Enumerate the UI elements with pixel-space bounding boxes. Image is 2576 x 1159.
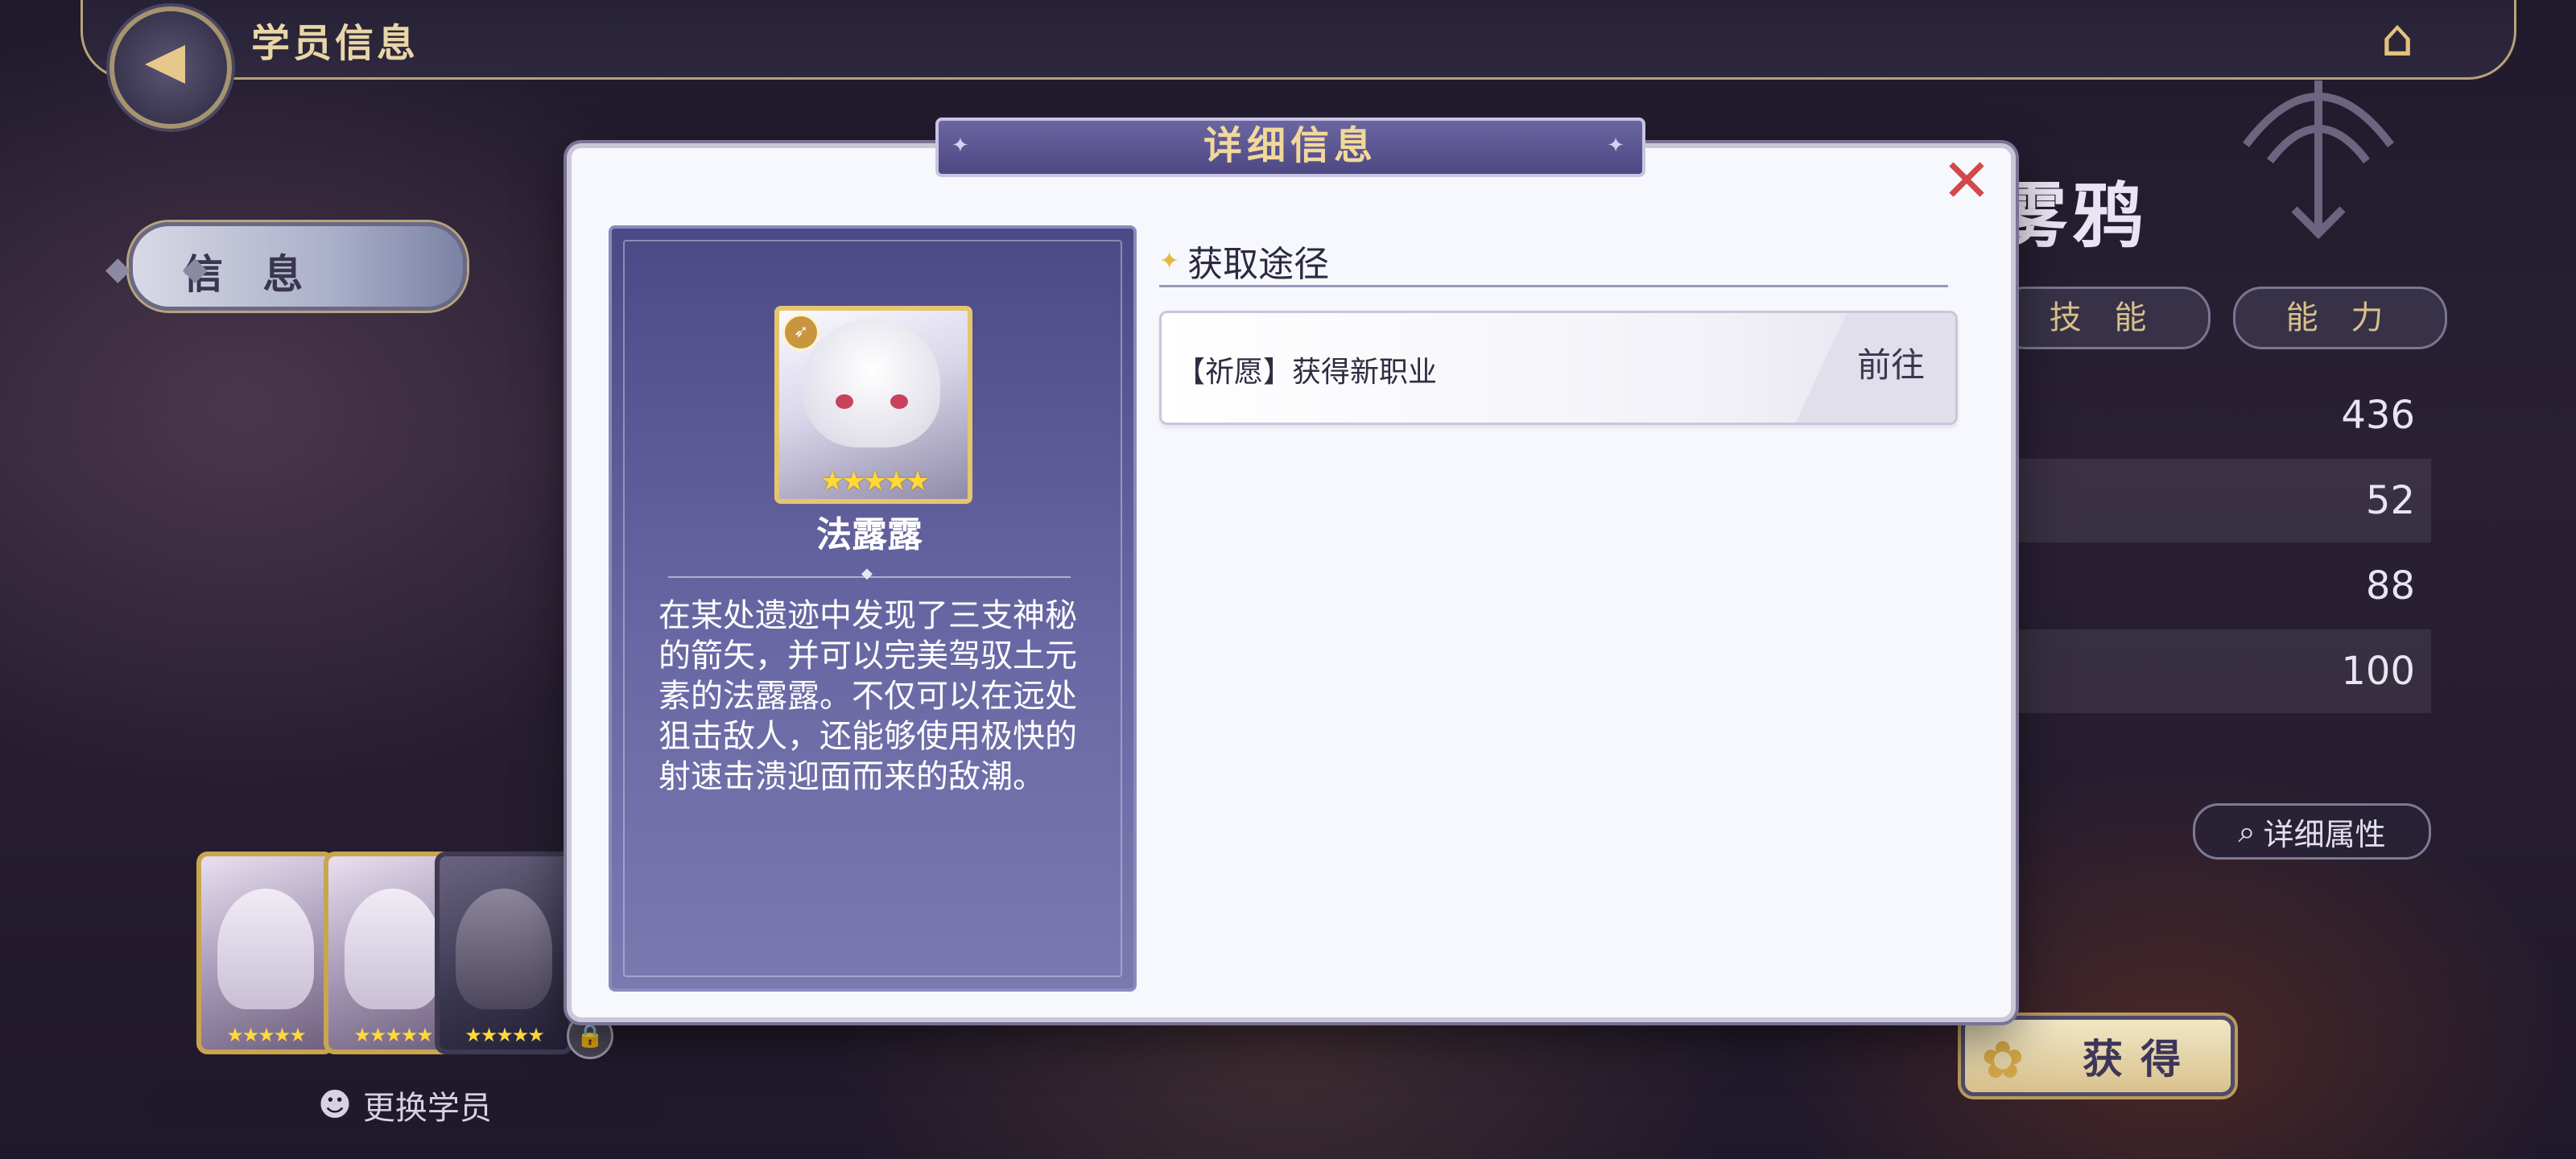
close-button[interactable]: ✕ [1940,151,1993,211]
student-portrait [456,889,552,1009]
route-label: 【祈愿】获得新职业 [1176,356,1438,389]
page-title: 学员信息 [251,21,419,66]
detail-attributes-label: 详细属性 [2263,816,2386,852]
class-badge-icon: ➶ [782,314,819,351]
obtain-button[interactable]: ✿ 获得 [1961,1016,2235,1096]
stat-value: 100 [1980,629,2431,713]
stat-value: 436 [2341,393,2415,438]
section-title-label: 获取途径 [1187,244,1330,285]
close-icon: ✕ [1941,146,1992,216]
acquire-route-card: 【祈愿】获得新职业 前往 [1159,311,1958,425]
student-icon: ☻ [318,1087,352,1124]
go-button[interactable]: 前往 [1827,313,1955,423]
switch-student-label: 更换学员 [362,1090,492,1127]
character-portrait: ➶ ★★★★★ [774,306,972,504]
section-divider [1159,285,1948,287]
tab-info[interactable]: ◆ 信 息 ◆ [105,222,467,311]
stat-value: 88 [2365,563,2415,608]
back-button[interactable] [109,6,232,129]
character-name-label: 法露露 [816,514,923,555]
student-portrait [345,889,441,1009]
back-arrow-icon [145,45,185,84]
search-icon: ⌕ [2238,813,2256,849]
obtain-label: 获得 [2083,1036,2198,1083]
student-portrait [217,889,314,1009]
student-card[interactable]: ★★★★★ [435,852,573,1054]
tab-decor-left-icon: ◆ [105,250,143,287]
detail-attributes-button[interactable]: ⌕ 详细属性 [2193,803,2431,860]
tab-skill[interactable]: 技 能 [1996,287,2211,349]
flower-icon: ✿ [1981,1031,2042,1091]
section-title: ✦ 获取途径 [1159,235,1329,287]
sparkle-icon: ✦ [1159,246,1180,275]
star-rating: ★★★★★ [819,465,930,497]
student-card[interactable]: ★★★★★ [196,852,335,1054]
switch-student-button[interactable]: ☻ 更换学员 [145,1079,665,1132]
character-description: 在某处遗迹中发现了三支神秘的箭矢，并可以完美驾驭土元素的法露露。不仅可以在远处狙… [658,597,1077,795]
top-bar [80,0,2516,80]
star-rating: ★★★★★ [226,1024,307,1046]
star-rating: ★★★★★ [464,1024,545,1046]
class-emblem-icon [2243,80,2394,240]
divider [668,565,1071,582]
character-name: 雾鸦 [1996,175,2149,258]
stat-value: 52 [1980,459,2431,542]
tab-ability[interactable]: 能 力 [2233,287,2447,349]
modal-title: 详细信息 [935,118,1645,177]
tab-decor-right-icon: ◆ [183,250,221,287]
